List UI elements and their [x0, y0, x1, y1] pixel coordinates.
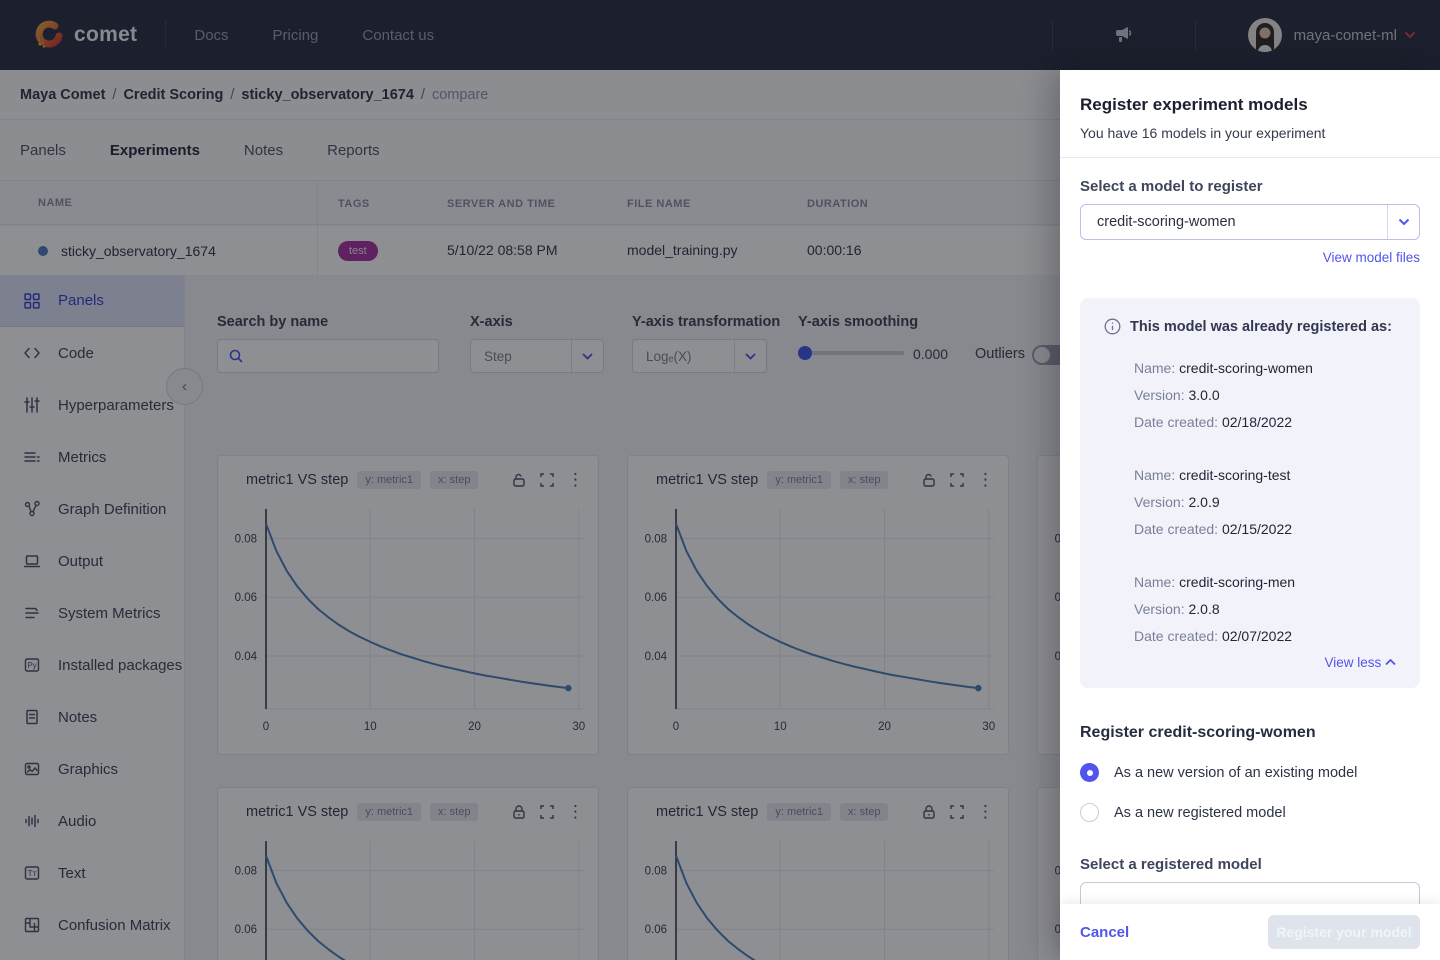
radio-label: As a new registered model: [1114, 804, 1286, 821]
select-model-label: Select a model to register: [1080, 178, 1263, 195]
radio-button[interactable]: [1080, 803, 1099, 822]
view-less-label: View less: [1324, 655, 1382, 670]
radio-new-version[interactable]: As a new version of an existing model: [1080, 763, 1420, 782]
radio-label: As a new version of an existing model: [1114, 764, 1358, 781]
registered-model-entry: Name: credit-scoring-men Version: 2.0.8 …: [1104, 569, 1396, 650]
already-registered-title: This model was already registered as:: [1130, 318, 1392, 335]
modal-title: Register experiment models: [1080, 95, 1308, 114]
already-registered-info-box: This model was already registered as: Na…: [1080, 298, 1420, 688]
info-icon: [1104, 318, 1121, 335]
registered-model-entry: Name: credit-scoring-test Version: 2.0.9…: [1104, 462, 1396, 543]
radio-button[interactable]: [1080, 763, 1099, 782]
view-model-files-link[interactable]: View model files: [1323, 250, 1420, 265]
select-registered-model-label: Select a registered model: [1080, 856, 1262, 873]
cancel-button[interactable]: Cancel: [1080, 924, 1129, 941]
modal-footer: Cancel Register your model: [1060, 904, 1440, 960]
registered-model-date: 02/07/2022: [1221, 628, 1293, 644]
version-label: Version:: [1134, 494, 1185, 510]
name-label: Name:: [1134, 360, 1176, 376]
register-model-modal: Register experiment models You have 16 m…: [1060, 70, 1440, 960]
modal-divider: [1060, 157, 1440, 158]
selected-model-value: credit-scoring-women: [1097, 214, 1236, 230]
registered-model-name: credit-scoring-test: [1179, 467, 1291, 483]
version-label: Version:: [1134, 601, 1185, 617]
modal-subtitle: You have 16 models in your experiment: [1080, 125, 1326, 141]
registered-model-date: 02/18/2022: [1221, 414, 1293, 430]
register-section-title: Register credit-scoring-women: [1080, 724, 1316, 741]
registered-model-date: 02/15/2022: [1221, 521, 1293, 537]
registered-model-name: credit-scoring-men: [1179, 574, 1296, 590]
name-label: Name:: [1134, 467, 1176, 483]
view-less-link[interactable]: View less: [1324, 655, 1396, 670]
registered-model-version: 3.0.0: [1188, 387, 1220, 403]
register-your-model-button[interactable]: Register your model: [1268, 915, 1420, 949]
model-select-dropdown[interactable]: credit-scoring-women: [1080, 204, 1420, 240]
chevron-down-icon: [1387, 205, 1419, 239]
date-created-label: Date created:: [1134, 521, 1219, 537]
name-label: Name:: [1134, 574, 1176, 590]
registered-model-entry: Name: credit-scoring-women Version: 3.0.…: [1104, 355, 1396, 436]
date-created-label: Date created:: [1134, 628, 1219, 644]
registered-model-name: credit-scoring-women: [1179, 360, 1313, 376]
radio-new-model[interactable]: As a new registered model: [1080, 803, 1420, 822]
registered-model-version: 2.0.8: [1188, 601, 1220, 617]
version-label: Version:: [1134, 387, 1185, 403]
date-created-label: Date created:: [1134, 414, 1219, 430]
registered-model-version: 2.0.9: [1188, 494, 1220, 510]
